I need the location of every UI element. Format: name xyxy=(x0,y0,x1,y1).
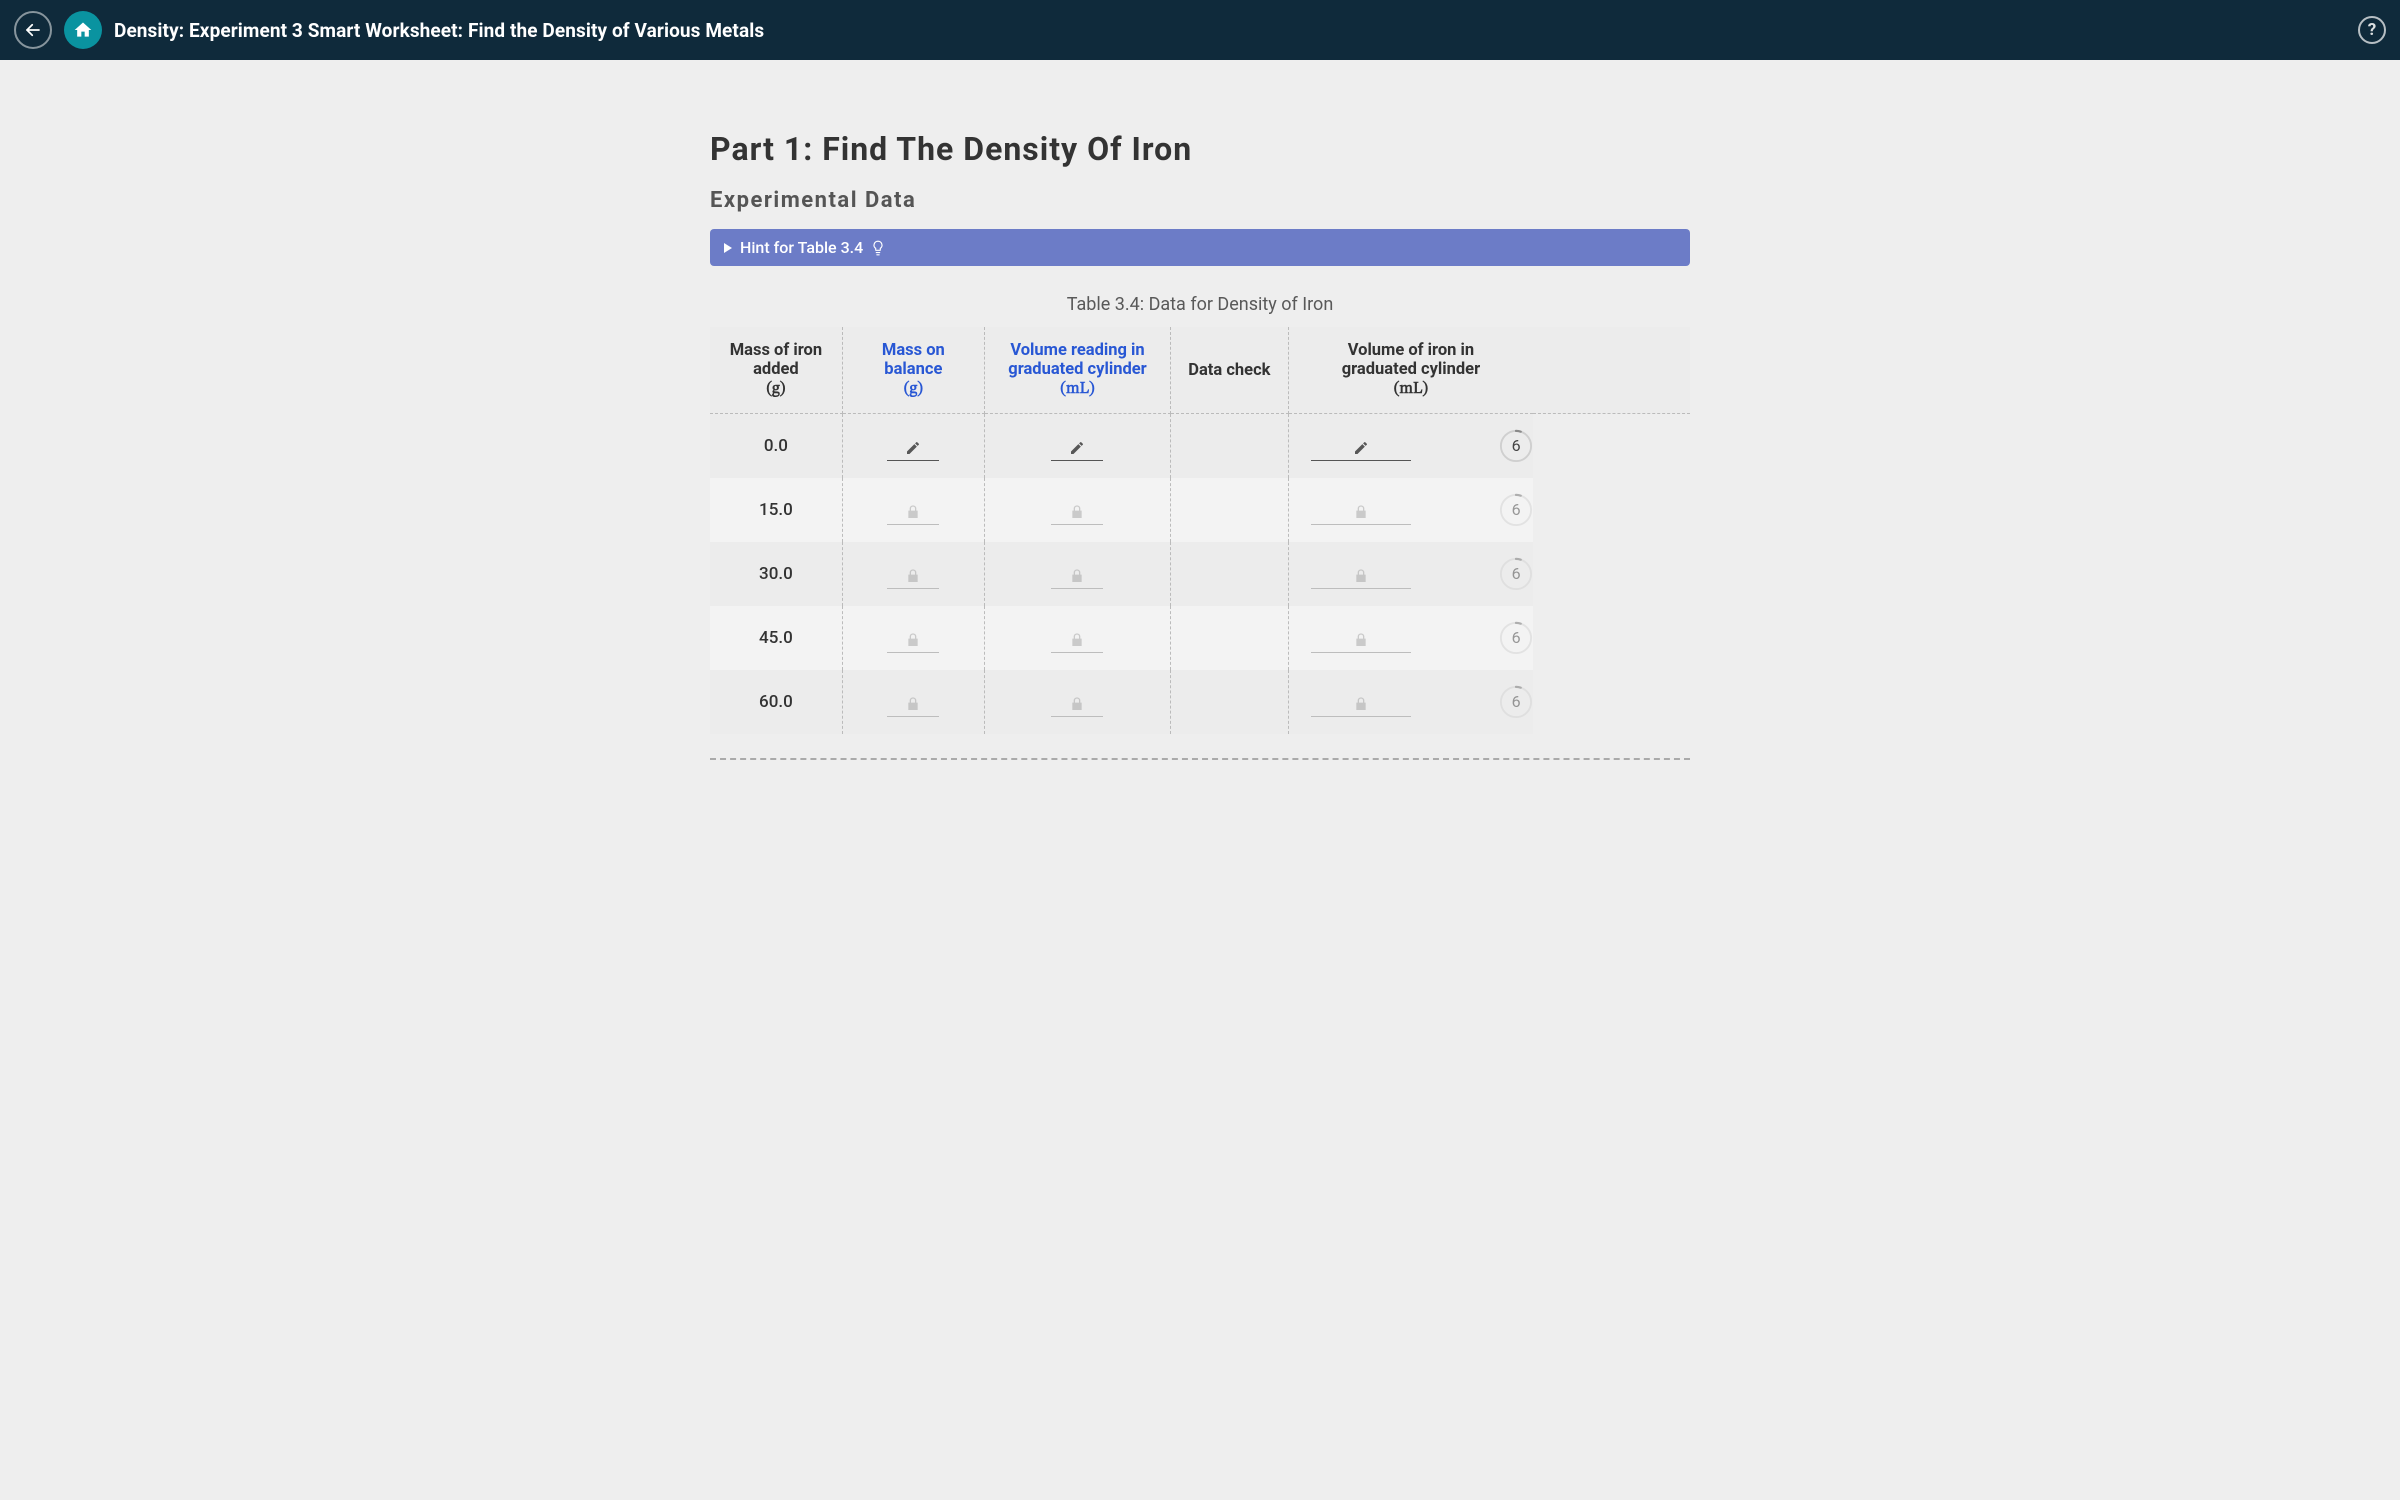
page-title: Density: Experiment 3 Smart Worksheet: F… xyxy=(114,19,764,42)
attempts-badge: 6 xyxy=(1499,685,1533,719)
cell-mass-on-balance xyxy=(842,670,984,734)
arrow-left-icon xyxy=(24,21,42,39)
attempts-badge: 6 xyxy=(1499,493,1533,527)
cell-volume-reading xyxy=(984,414,1170,478)
lightbulb-icon xyxy=(871,240,885,256)
pencil-icon xyxy=(1353,440,1369,456)
cell-data-check xyxy=(1171,414,1289,478)
home-icon xyxy=(73,20,93,40)
lock-icon xyxy=(905,632,921,648)
lock-icon xyxy=(905,568,921,584)
input-field-locked xyxy=(1051,623,1103,653)
lock-icon xyxy=(1353,504,1369,520)
input-field-editable[interactable] xyxy=(1051,431,1103,461)
col-header-data-check: Data check xyxy=(1171,327,1289,414)
hint-toggle[interactable]: Hint for Table 3.4 xyxy=(710,229,1690,266)
cell-mass-added: 45.0 xyxy=(710,606,842,670)
chevron-right-icon xyxy=(724,243,732,253)
cell-trailing xyxy=(1533,414,1690,478)
cell-volume-of-iron: 6 xyxy=(1288,542,1533,606)
section-divider xyxy=(710,758,1690,760)
cell-volume-of-iron: 6 xyxy=(1288,606,1533,670)
cell-data-check xyxy=(1171,542,1289,606)
input-field-locked xyxy=(887,623,939,653)
attempts-badge: 6 xyxy=(1499,429,1533,463)
input-field-locked xyxy=(1051,687,1103,717)
cell-volume-reading xyxy=(984,606,1170,670)
lock-icon xyxy=(1353,632,1369,648)
col-header-mass-added: Mass of iron added (g) xyxy=(710,327,842,414)
table-row: 0.0 6 xyxy=(710,414,1690,478)
data-table: Mass of iron added (g) Mass on balance (… xyxy=(710,327,1690,734)
attempts-badge: 6 xyxy=(1499,557,1533,591)
cell-data-check xyxy=(1171,606,1289,670)
hint-label: Hint for Table 3.4 xyxy=(740,238,863,257)
input-field-editable[interactable] xyxy=(1311,431,1411,461)
table-row: 45.0 6 xyxy=(710,606,1690,670)
input-field-locked xyxy=(1311,623,1411,653)
cell-data-check xyxy=(1171,478,1289,542)
input-field-locked xyxy=(1311,559,1411,589)
cell-data-check xyxy=(1171,670,1289,734)
cell-trailing xyxy=(1533,478,1690,542)
cell-trailing xyxy=(1533,542,1690,606)
input-field-locked xyxy=(887,687,939,717)
table-row: 60.0 6 xyxy=(710,670,1690,734)
cell-mass-on-balance xyxy=(842,478,984,542)
table-row: 15.0 6 xyxy=(710,478,1690,542)
cell-mass-added: 0.0 xyxy=(710,414,842,478)
cell-trailing xyxy=(1533,606,1690,670)
col-header-volume-of-iron: Volume of iron in graduated cylinder (mL… xyxy=(1288,327,1533,414)
input-field-locked xyxy=(1311,495,1411,525)
help-button[interactable]: ? xyxy=(2358,16,2386,44)
input-field-locked xyxy=(887,559,939,589)
input-field-locked xyxy=(887,495,939,525)
part-title: Part 1: Find The Density Of Iron xyxy=(710,130,1690,168)
lock-icon xyxy=(1069,504,1085,520)
cell-volume-of-iron: 6 xyxy=(1288,478,1533,542)
home-button[interactable] xyxy=(64,11,102,49)
col-header-mass-on-balance[interactable]: Mass on balance (g) xyxy=(842,327,984,414)
cell-volume-of-iron: 6 xyxy=(1288,414,1533,478)
input-field-editable[interactable] xyxy=(887,431,939,461)
col-header-attempts xyxy=(1533,327,1690,414)
input-field-locked xyxy=(1051,495,1103,525)
section-title: Experimental Data xyxy=(710,188,1690,213)
page-content: Part 1: Find The Density Of Iron Experim… xyxy=(700,60,1700,820)
pencil-icon xyxy=(1069,440,1085,456)
table-header-row: Mass of iron added (g) Mass on balance (… xyxy=(710,327,1690,414)
cell-mass-added: 15.0 xyxy=(710,478,842,542)
lock-icon xyxy=(1353,696,1369,712)
back-button[interactable] xyxy=(14,11,52,49)
table-row: 30.0 6 xyxy=(710,542,1690,606)
lock-icon xyxy=(905,504,921,520)
cell-volume-of-iron: 6 xyxy=(1288,670,1533,734)
cell-mass-on-balance xyxy=(842,414,984,478)
lock-icon xyxy=(905,696,921,712)
cell-volume-reading xyxy=(984,542,1170,606)
col-header-volume-reading[interactable]: Volume reading in graduated cylinder (mL… xyxy=(984,327,1170,414)
attempts-badge: 6 xyxy=(1499,621,1533,655)
cell-mass-added: 60.0 xyxy=(710,670,842,734)
lock-icon xyxy=(1069,632,1085,648)
lock-icon xyxy=(1069,696,1085,712)
lock-icon xyxy=(1069,568,1085,584)
input-field-locked xyxy=(1311,687,1411,717)
cell-volume-reading xyxy=(984,670,1170,734)
lock-icon xyxy=(1353,568,1369,584)
table-caption: Table 3.4: Data for Density of Iron xyxy=(710,294,1690,315)
cell-mass-added: 30.0 xyxy=(710,542,842,606)
cell-volume-reading xyxy=(984,478,1170,542)
cell-mass-on-balance xyxy=(842,606,984,670)
cell-trailing xyxy=(1533,670,1690,734)
app-bar: Density: Experiment 3 Smart Worksheet: F… xyxy=(0,0,2400,60)
pencil-icon xyxy=(905,440,921,456)
input-field-locked xyxy=(1051,559,1103,589)
cell-mass-on-balance xyxy=(842,542,984,606)
